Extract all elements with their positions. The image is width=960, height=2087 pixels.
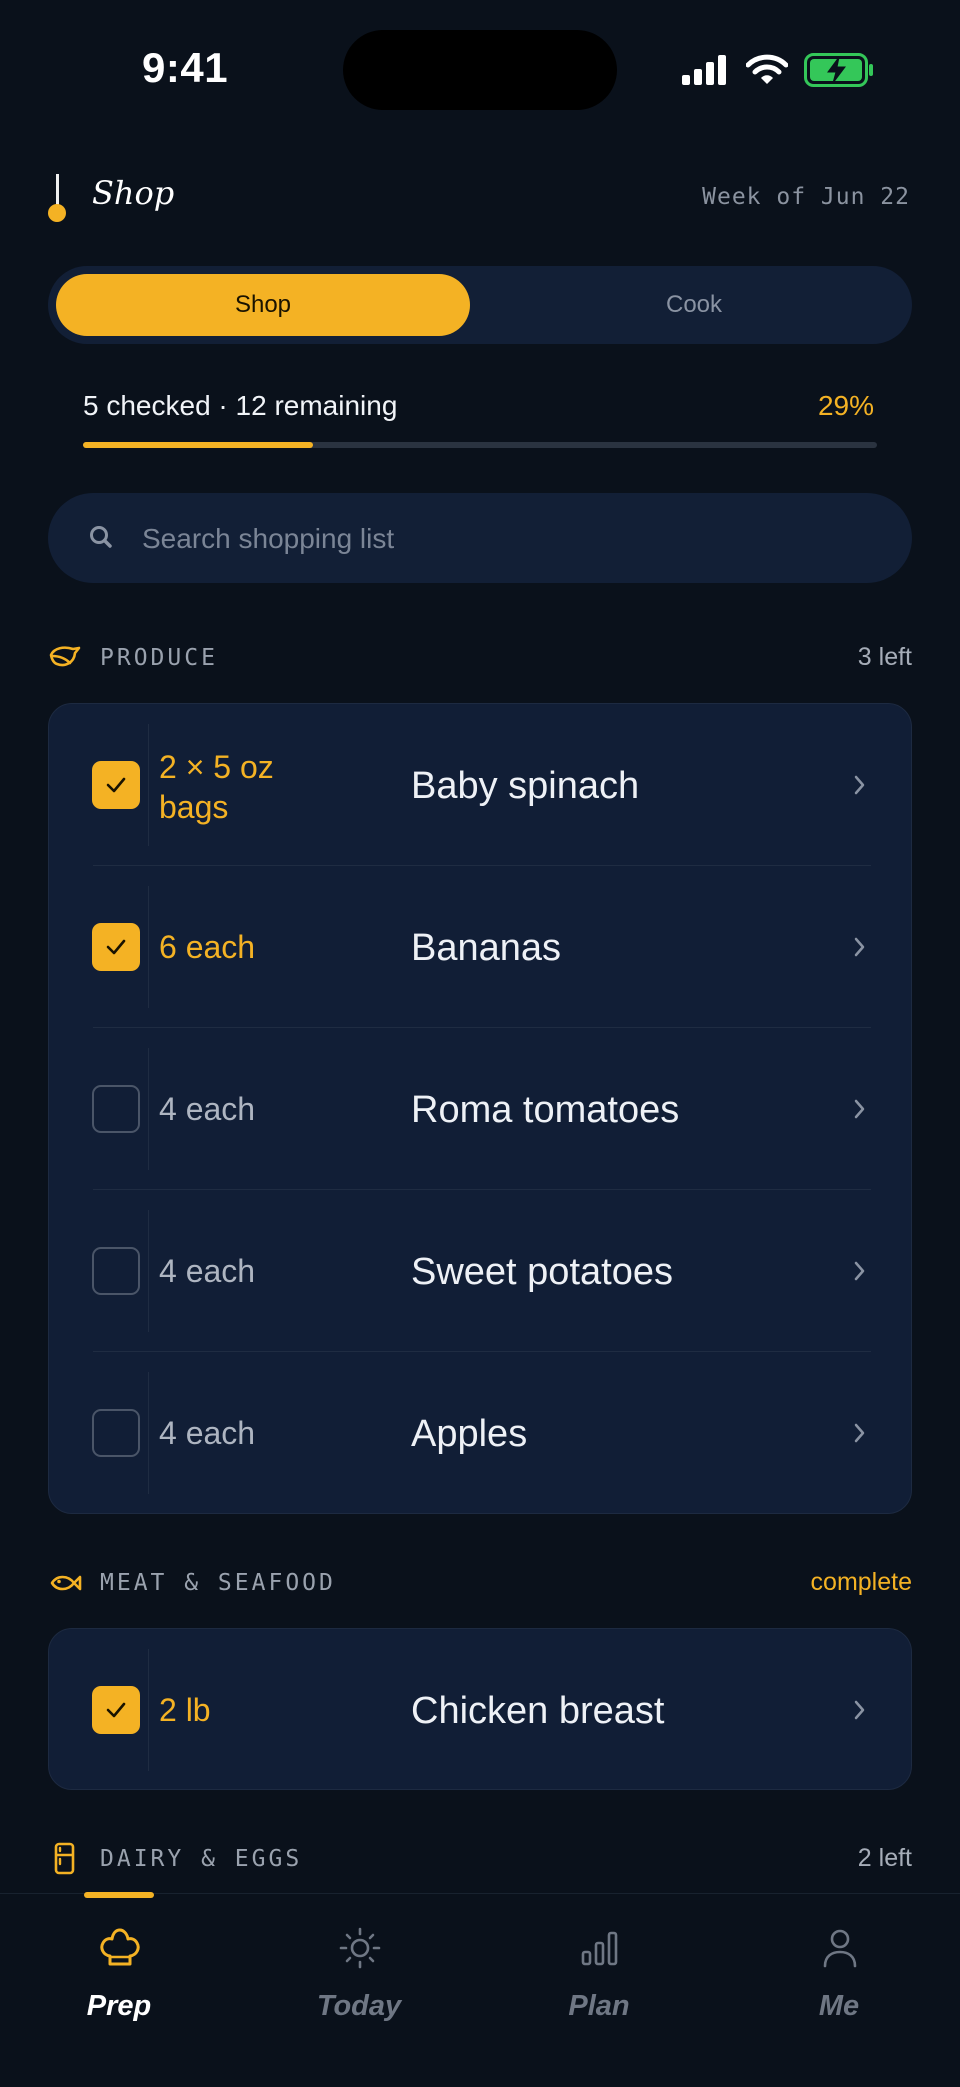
item-quantity: 4 each xyxy=(159,1091,256,1127)
list-item[interactable]: 2 lb Chicken breast xyxy=(49,1629,911,1791)
list-item[interactable]: 2 × 5 oz bags Baby spinach xyxy=(49,704,911,866)
row-separator xyxy=(148,1210,149,1332)
item-name: Apples xyxy=(411,1413,528,1455)
logo-dot xyxy=(48,204,66,222)
search-icon xyxy=(90,526,112,548)
list-item[interactable]: 6 each Bananas xyxy=(49,866,911,1028)
item-quantity: 4 each xyxy=(159,1415,256,1451)
item-quantity: 2 lb xyxy=(159,1692,211,1728)
tab-label: Plan xyxy=(568,1990,630,2022)
item-checkbox[interactable] xyxy=(92,923,140,971)
progress-percent: 29% xyxy=(817,390,874,421)
section-count: 2 left xyxy=(857,1844,912,1872)
fish-icon xyxy=(50,1575,82,1591)
chevron-right-icon xyxy=(854,1099,865,1119)
tab-plan[interactable]: Plan xyxy=(499,1894,699,2044)
chevron-right-icon xyxy=(854,1261,865,1281)
battery-charging-icon xyxy=(804,53,873,87)
section-header-dairy-eggs: DAIRY & EGGS 2 left xyxy=(48,1842,912,1878)
item-quantity: 6 each xyxy=(159,929,256,965)
tab-label: Prep xyxy=(86,1990,152,2022)
page-title: Shop xyxy=(92,174,175,212)
meat-seafood-card: 2 lb Chicken breast xyxy=(48,1628,912,1790)
search-input[interactable] xyxy=(140,513,884,565)
chef-hat-icon xyxy=(100,1928,140,1966)
item-quantity: 2 × 5 oz bags xyxy=(159,749,274,825)
tab-label: Me xyxy=(818,1990,860,2022)
list-item[interactable]: 4 each Roma tomatoes xyxy=(49,1028,911,1190)
section-title: PRODUCE xyxy=(100,645,218,671)
fridge-icon xyxy=(54,1842,75,1875)
signal-icon xyxy=(682,55,726,85)
chevron-right-icon xyxy=(854,775,865,795)
section-title: MEAT & SEAFOOD xyxy=(100,1570,336,1596)
checkmark-icon xyxy=(106,1702,126,1718)
bottom-tab-bar: Prep Today Plan Me xyxy=(0,1892,960,2087)
list-item[interactable]: 4 each Apples xyxy=(49,1352,911,1514)
section-count: 3 left xyxy=(857,643,912,671)
progress-bar-fill xyxy=(83,442,314,448)
item-name: Roma tomatoes xyxy=(411,1089,680,1131)
tab-prep[interactable]: Prep xyxy=(19,1894,219,2044)
wifi-icon xyxy=(746,54,788,84)
week-label: Week of Jun 22 xyxy=(702,184,910,210)
section-count: complete xyxy=(810,1568,912,1596)
item-checkbox[interactable] xyxy=(92,1409,140,1457)
status-icons xyxy=(680,50,874,90)
progress-bar xyxy=(83,442,877,448)
item-checkbox[interactable] xyxy=(92,761,140,809)
person-icon xyxy=(823,1929,857,1968)
row-separator xyxy=(148,724,149,846)
produce-card: 2 × 5 oz bags Baby spinach 6 each Banana… xyxy=(48,703,912,1514)
item-name: Bananas xyxy=(411,927,562,969)
chevron-right-icon xyxy=(854,937,865,957)
row-separator xyxy=(148,1372,149,1494)
item-name: Sweet potatoes xyxy=(411,1251,673,1293)
row-separator xyxy=(148,1048,149,1170)
section-title: DAIRY & EGGS xyxy=(100,1846,303,1872)
list-item[interactable]: 4 each Sweet potatoes xyxy=(49,1190,911,1352)
checkmark-icon xyxy=(106,777,126,793)
chevron-right-icon xyxy=(854,1423,865,1443)
leaf-icon xyxy=(49,646,81,667)
item-name: Baby spinach xyxy=(411,765,640,807)
item-checkbox[interactable] xyxy=(92,1085,140,1133)
row-separator xyxy=(148,1649,149,1771)
dynamic-island xyxy=(343,30,617,110)
bar-chart-icon xyxy=(581,1931,618,1966)
item-checkbox[interactable] xyxy=(92,1247,140,1295)
section-header-meat-seafood: MEAT & SEAFOOD complete xyxy=(48,1566,912,1602)
segment-cook[interactable]: Cook xyxy=(484,274,904,336)
tab-me[interactable]: Me xyxy=(739,1894,939,2044)
chevron-right-icon xyxy=(854,1700,865,1720)
segment-shop[interactable]: Shop xyxy=(56,274,470,336)
status-time: 9:41 xyxy=(142,44,229,91)
tab-label: Today xyxy=(316,1990,402,2022)
item-name: Chicken breast xyxy=(411,1690,665,1732)
section-header-produce: PRODUCE 3 left xyxy=(48,641,912,677)
progress-summary: 5 checked · 12 remaining xyxy=(83,390,398,421)
item-checkbox[interactable] xyxy=(92,1686,140,1734)
search-bar xyxy=(48,493,912,583)
mode-segmented-control: Shop Cook xyxy=(48,266,912,344)
row-separator xyxy=(148,886,149,1008)
item-quantity: 4 each xyxy=(159,1253,256,1289)
checkmark-icon xyxy=(106,939,126,955)
tab-today[interactable]: Today xyxy=(259,1894,459,2044)
sun-icon xyxy=(339,1927,381,1969)
logo-mark xyxy=(56,174,59,206)
